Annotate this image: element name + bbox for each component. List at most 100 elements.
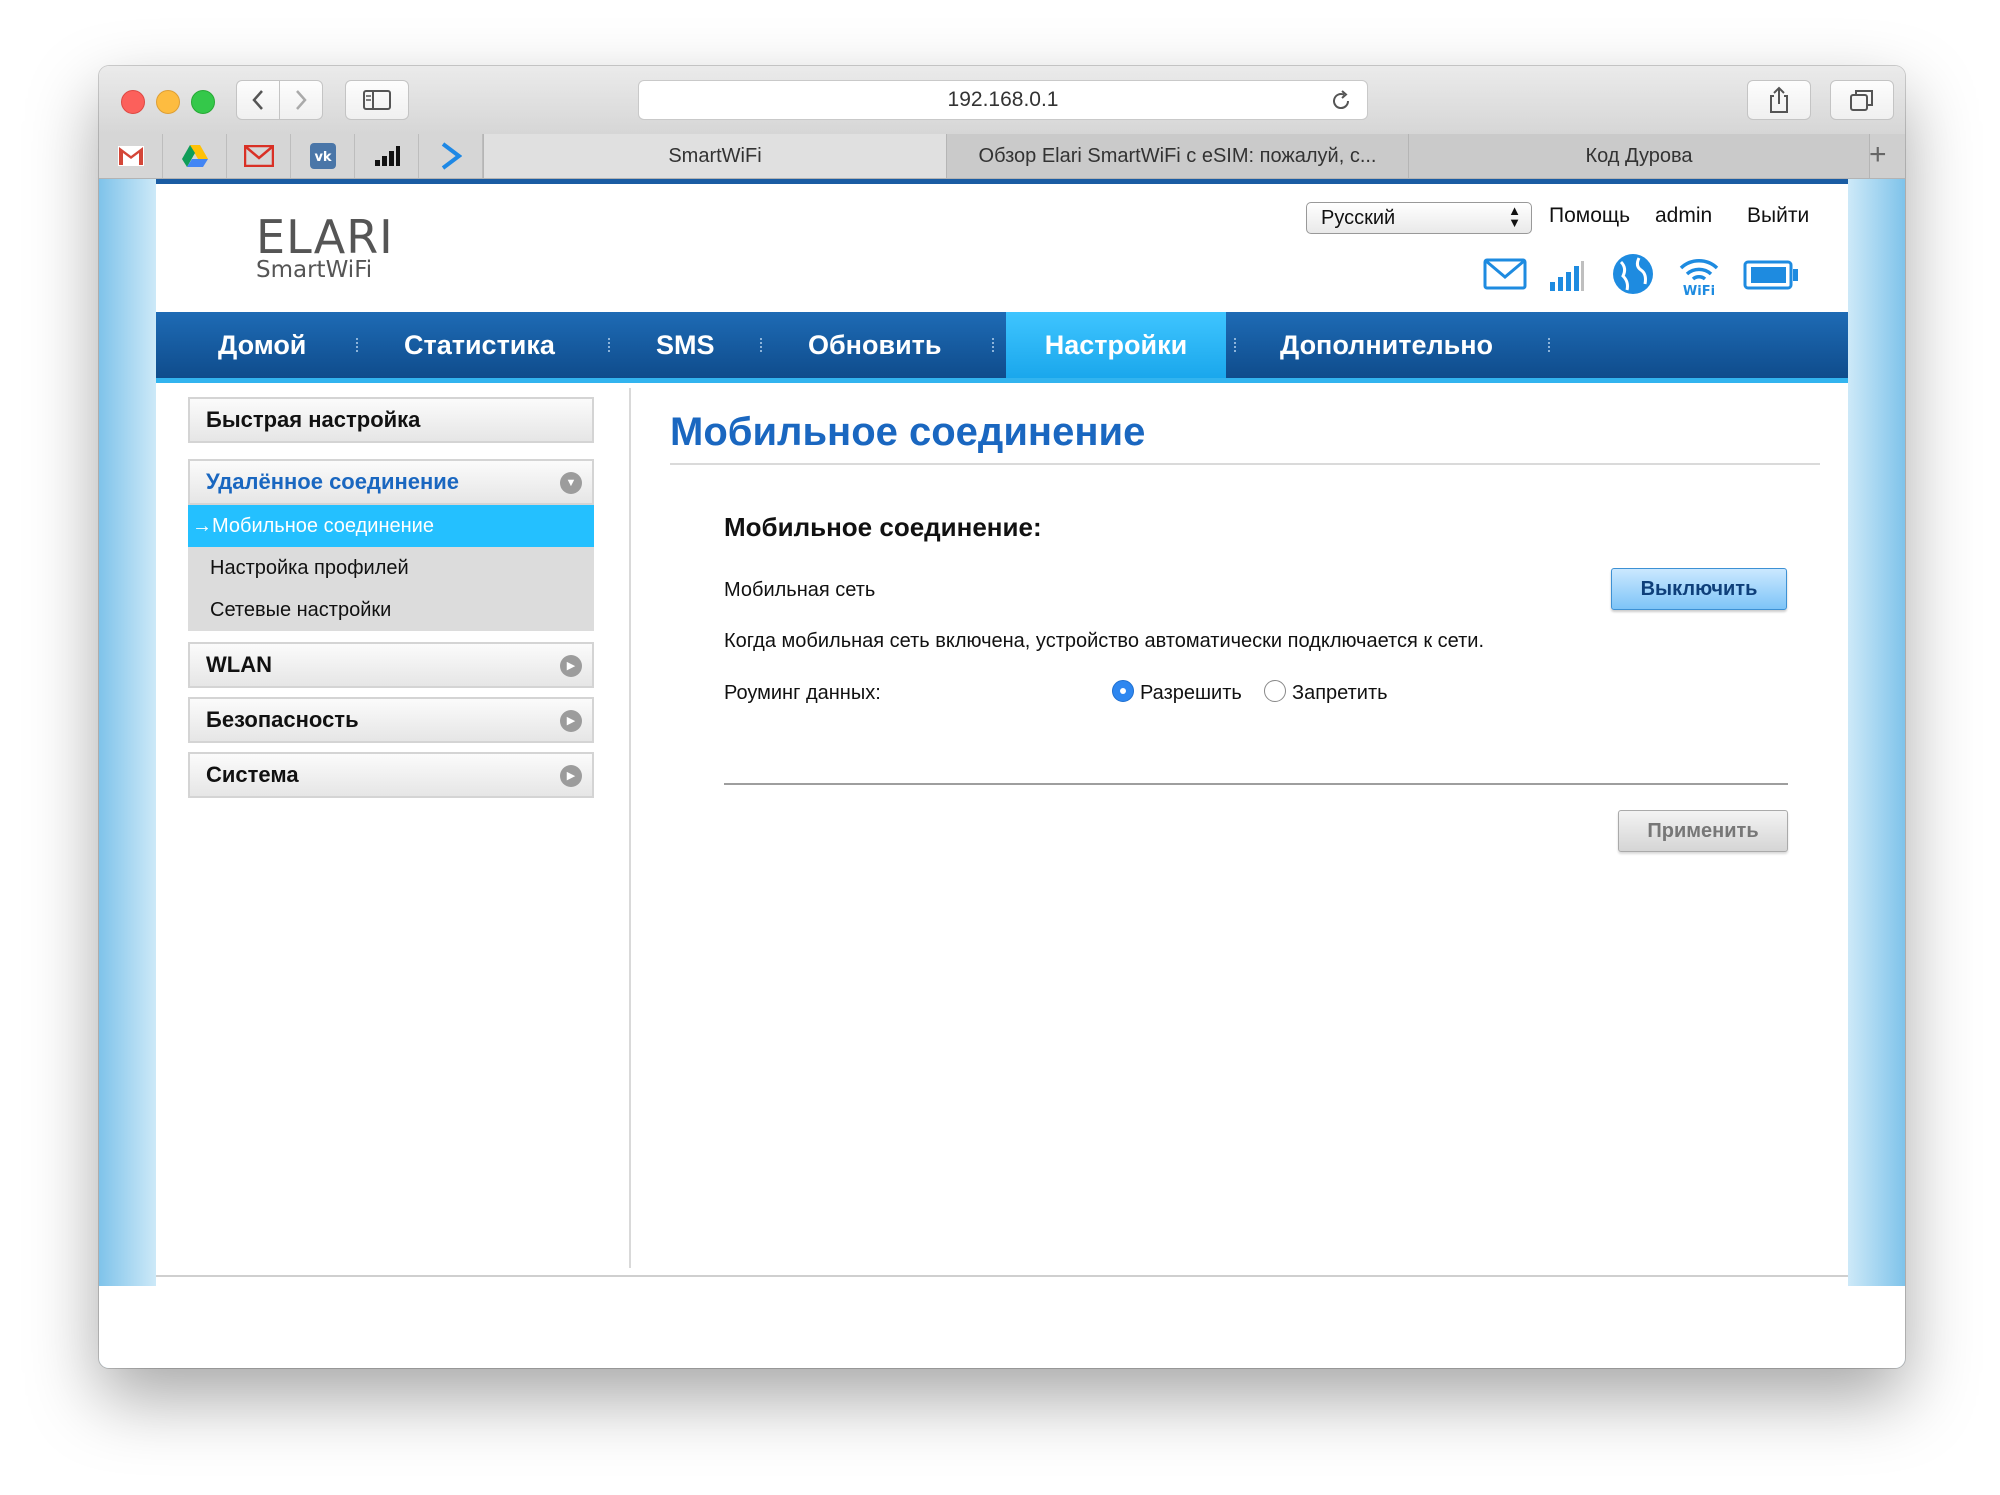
- elari-logo: ELARI SmartWiFi: [256, 214, 394, 282]
- google-drive-icon: [181, 145, 208, 167]
- vk-icon: vk: [309, 143, 336, 169]
- nav-advanced[interactable]: Дополнительно: [1280, 312, 1493, 378]
- address-bar[interactable]: 192.168.0.1: [638, 80, 1368, 120]
- sidebar-item-label: Безопасность: [206, 707, 359, 732]
- zoom-window-button[interactable]: [191, 90, 215, 114]
- language-select[interactable]: Русский ▲ ▼: [1306, 202, 1532, 234]
- help-link[interactable]: Помощь: [1549, 204, 1630, 228]
- browser-toolbar: 192.168.0.1: [99, 66, 1905, 135]
- mail-icon[interactable]: [1483, 258, 1527, 295]
- sidebar-toggle-button[interactable]: [345, 80, 409, 120]
- sidebar-divider: [629, 388, 631, 1268]
- favorite-arrow[interactable]: [419, 134, 483, 178]
- nav-separator: [1548, 338, 1552, 352]
- sidebar-submenu: →Мобильное соединение Настройка профилей…: [188, 505, 594, 631]
- sidebar-item-label: Быстрая настройка: [206, 407, 421, 432]
- sidebar-item-label: WLAN: [206, 652, 272, 677]
- favorite-gmail[interactable]: [99, 134, 163, 178]
- nav-home[interactable]: Домой: [218, 312, 306, 378]
- wifi-icon: WiFi: [1677, 252, 1721, 301]
- sidebar-system[interactable]: Система ▶: [188, 752, 594, 798]
- nav-separator: [760, 338, 764, 352]
- language-value: Русский: [1321, 207, 1396, 229]
- close-window-button[interactable]: [121, 90, 145, 114]
- mobile-network-description: Когда мобильная сеть включена, устройств…: [724, 630, 1485, 652]
- mail-icon: [243, 145, 274, 167]
- roaming-deny-label[interactable]: Запретить: [1292, 682, 1388, 705]
- chevron-left-icon: [252, 90, 263, 110]
- roaming-allow-radio[interactable]: [1112, 680, 1134, 702]
- apply-button[interactable]: Применить: [1618, 810, 1788, 852]
- signal-bars-icon: [1549, 260, 1585, 297]
- nav-separator: [1234, 338, 1238, 352]
- tab-label: Обзор Elari SmartWiFi с eSIM: пожалуй, с…: [978, 144, 1377, 167]
- tabs-icon: [1850, 90, 1873, 111]
- roaming-deny-radio[interactable]: [1264, 680, 1286, 702]
- user-link[interactable]: admin: [1655, 204, 1712, 228]
- chevron-right-icon: ▶: [560, 765, 582, 787]
- gmail-icon: [117, 146, 144, 166]
- sidebar-security[interactable]: Безопасность ▶: [188, 697, 594, 743]
- sidebar-item-label: Система: [206, 762, 299, 787]
- sidebar-item-profiles[interactable]: Настройка профилей: [188, 547, 594, 589]
- show-tabs-button[interactable]: [1830, 80, 1894, 120]
- share-icon: [1770, 86, 1788, 113]
- roaming-label: Роуминг данных:: [724, 682, 881, 704]
- status-icons: WiFi: [1481, 252, 1801, 299]
- arrow-icon: [441, 142, 462, 170]
- favorite-mail[interactable]: [227, 134, 291, 178]
- svg-text:vk: vk: [314, 150, 331, 165]
- page-background-bottom: [99, 1286, 1905, 1368]
- nav-settings[interactable]: Настройки: [1006, 312, 1226, 378]
- chevron-right-icon: ▶: [560, 655, 582, 677]
- sidebar-remote-connection[interactable]: Удалённое соединение ▼: [188, 459, 594, 505]
- section-title: Мобильное соединение:: [724, 512, 1042, 542]
- footer-divider: [156, 1275, 1848, 1277]
- mobile-network-label: Мобильная сеть: [724, 579, 876, 601]
- minimize-window-button[interactable]: [156, 90, 180, 114]
- disable-mobile-network-button[interactable]: Выключить: [1611, 568, 1787, 610]
- logout-link[interactable]: Выйти: [1747, 204, 1809, 228]
- nav-sms[interactable]: SMS: [656, 312, 715, 378]
- favorite-signal[interactable]: [355, 134, 419, 178]
- tab-durov[interactable]: Код Дурова: [1408, 134, 1870, 178]
- favorite-vk[interactable]: vk: [291, 134, 355, 178]
- title-divider: [670, 463, 1820, 465]
- url-text: 192.168.0.1: [947, 88, 1059, 111]
- select-arrows-icon: ▲ ▼: [1508, 203, 1521, 230]
- new-tab-button[interactable]: +: [1869, 140, 1887, 170]
- sidebar-quick-setup[interactable]: Быстрая настройка: [188, 397, 594, 443]
- sidebar-item-mobile-connection[interactable]: →Мобильное соединение: [188, 505, 594, 547]
- sidebar-icon: [363, 90, 391, 110]
- tab-bar: vk SmartWiFi Обзор Elari SmartWiFi с eSI…: [99, 134, 1905, 179]
- battery-icon: [1743, 260, 1799, 295]
- tab-label: SmartWiFi: [668, 144, 762, 167]
- form-divider: [724, 783, 1788, 785]
- sidebar-item-network-settings[interactable]: Сетевые настройки: [188, 589, 594, 631]
- reload-icon[interactable]: [1329, 89, 1353, 119]
- chevron-right-icon: ▶: [560, 710, 582, 732]
- chevron-right-icon: [296, 90, 307, 110]
- svg-text:WiFi: WiFi: [1683, 284, 1715, 296]
- nav-separator: [992, 338, 996, 352]
- main-nav: Домой Статистика SMS Обновить Настройки …: [156, 312, 1848, 383]
- share-button[interactable]: [1747, 80, 1811, 120]
- forward-button[interactable]: [279, 80, 323, 120]
- tab-label: Код Дурова: [1585, 144, 1693, 167]
- roaming-allow-label[interactable]: Разрешить: [1140, 682, 1242, 705]
- back-button[interactable]: [236, 80, 280, 120]
- tab-smartwifi[interactable]: SmartWiFi: [483, 134, 946, 178]
- favorite-google-drive[interactable]: [163, 134, 227, 178]
- nav-separator: [356, 338, 360, 352]
- signal-icon: [374, 146, 400, 166]
- tab-review[interactable]: Обзор Elari SmartWiFi с eSIM: пожалуй, с…: [946, 134, 1408, 178]
- nav-update[interactable]: Обновить: [808, 312, 942, 378]
- nav-separator: [608, 338, 612, 352]
- sidebar-wlan[interactable]: WLAN ▶: [188, 642, 594, 688]
- logo-top: ELARI: [256, 210, 394, 264]
- browser-window: 192.168.0.1 vk SmartWiFi Обзор Elari Sma…: [99, 66, 1905, 1368]
- chevron-down-icon: ▼: [560, 472, 582, 494]
- globe-icon: [1611, 252, 1655, 301]
- nav-statistics[interactable]: Статистика: [404, 312, 555, 378]
- page-title: Мобильное соединение: [670, 410, 1146, 454]
